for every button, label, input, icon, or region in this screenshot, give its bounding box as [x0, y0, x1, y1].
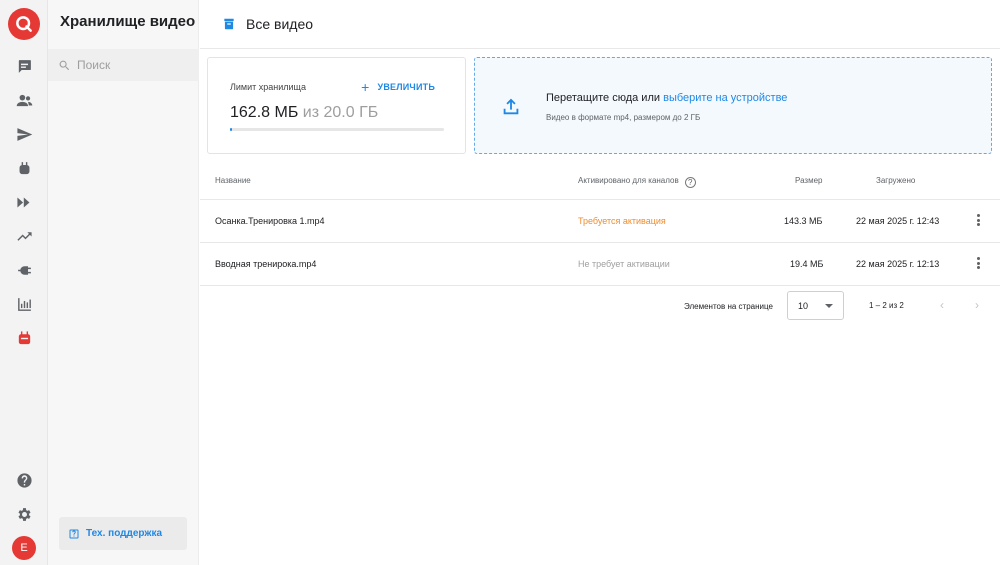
video-storage-icon[interactable]	[14, 328, 34, 348]
increase-label: УВЕЛИЧИТЬ	[377, 82, 435, 92]
icon-rail: E	[0, 0, 48, 565]
upload-dropzone[interactable]: Перетащите сюда или выберите на устройст…	[474, 57, 992, 154]
sidebar-title: Хранилище видео	[60, 13, 196, 30]
upload-instruction: Перетащите сюда или	[546, 92, 661, 104]
upload-text: Перетащите сюда или выберите на устройст…	[546, 92, 787, 104]
column-activated-label: Активировано для каналов	[578, 176, 679, 185]
plug-icon[interactable]	[14, 260, 34, 280]
upload-icon	[503, 98, 519, 115]
settings-icon[interactable]	[14, 504, 34, 524]
flows-icon[interactable]	[14, 192, 34, 212]
page-title: Все видео	[246, 16, 314, 32]
per-page-value: 10	[798, 300, 809, 311]
increase-button[interactable]: + УВЕЛИЧИТЬ	[361, 79, 435, 95]
help-circle-icon[interactable]: ?	[684, 177, 696, 188]
search-box[interactable]	[48, 49, 199, 81]
dropdown-arrow-icon	[825, 304, 833, 308]
per-page-label: Элементов на странице	[684, 302, 773, 311]
choose-file-link[interactable]: выберите на устройстве	[663, 92, 787, 104]
table-row[interactable]: Вводная тренирока.mp4 Не требует активац…	[200, 243, 1000, 286]
help-square-icon	[69, 529, 79, 538]
page-range: 1 – 2 из 2	[869, 301, 904, 310]
app-logo-icon[interactable]	[8, 8, 40, 40]
column-uploaded: Загружено	[876, 176, 916, 185]
bot-icon[interactable]	[14, 158, 34, 178]
storage-progress-fill	[230, 128, 232, 131]
activation-status: Не требует активации	[578, 259, 670, 269]
chat-icon[interactable]	[14, 56, 34, 76]
storage-limit-label: Лимит хранилища	[230, 82, 306, 92]
analytics-icon[interactable]	[14, 294, 34, 314]
secondary-sidebar: Хранилище видео Тех. поддержка	[48, 0, 199, 565]
video-name: Осанка.Тренировка 1.mp4	[215, 216, 325, 226]
users-icon[interactable]	[14, 90, 34, 110]
column-size: Размер	[795, 176, 823, 185]
table-row[interactable]: Осанка.Тренировка 1.mp4 Требуется актива…	[200, 200, 1000, 243]
plus-icon: +	[361, 79, 370, 95]
more-vert-icon[interactable]	[976, 212, 980, 228]
video-size: 143.3 МБ	[784, 216, 823, 226]
prev-page-icon[interactable]: ‹	[940, 298, 944, 312]
search-input[interactable]	[77, 58, 187, 72]
upload-date: 22 мая 2025 г. 12:13	[856, 259, 940, 269]
column-activated: Активировано для каналов?	[578, 176, 696, 188]
search-icon	[59, 60, 70, 70]
column-name: Название	[215, 176, 251, 185]
trending-icon[interactable]	[14, 226, 34, 246]
storage-limit-card: Лимит хранилища + УВЕЛИЧИТЬ 162.8 МБ из …	[207, 57, 466, 154]
storage-progress-bar	[230, 128, 444, 131]
video-name: Вводная тренирока.mp4	[215, 259, 317, 269]
per-page-select[interactable]: 10	[787, 291, 844, 320]
upload-date: 22 мая 2025 г. 12:43	[856, 216, 940, 226]
upload-hint: Видео в формате mp4, размером до 2 ГБ	[546, 113, 701, 122]
page-header: Все видео	[200, 0, 1000, 49]
next-page-icon[interactable]: ›	[975, 298, 979, 312]
video-size: 19.4 МБ	[790, 259, 824, 269]
support-button[interactable]: Тех. поддержка	[59, 517, 187, 550]
activation-status[interactable]: Требуется активация	[578, 216, 666, 226]
more-vert-icon[interactable]	[976, 255, 980, 271]
avatar[interactable]: E	[12, 536, 36, 560]
storage-usage: 162.8 МБ из 20.0 ГБ	[230, 104, 378, 122]
support-label: Тех. поддержка	[86, 528, 163, 539]
archive-icon	[224, 18, 234, 30]
table-header: Название Активировано для каналов? Разме…	[200, 162, 1000, 200]
pagination: Элементов на странице 10 1 – 2 из 2 ‹ ›	[200, 288, 1000, 324]
storage-total: из 20.0 ГБ	[302, 104, 379, 121]
storage-used: 162.8 МБ	[230, 104, 299, 121]
send-icon[interactable]	[14, 124, 34, 144]
help-icon[interactable]	[14, 470, 34, 490]
